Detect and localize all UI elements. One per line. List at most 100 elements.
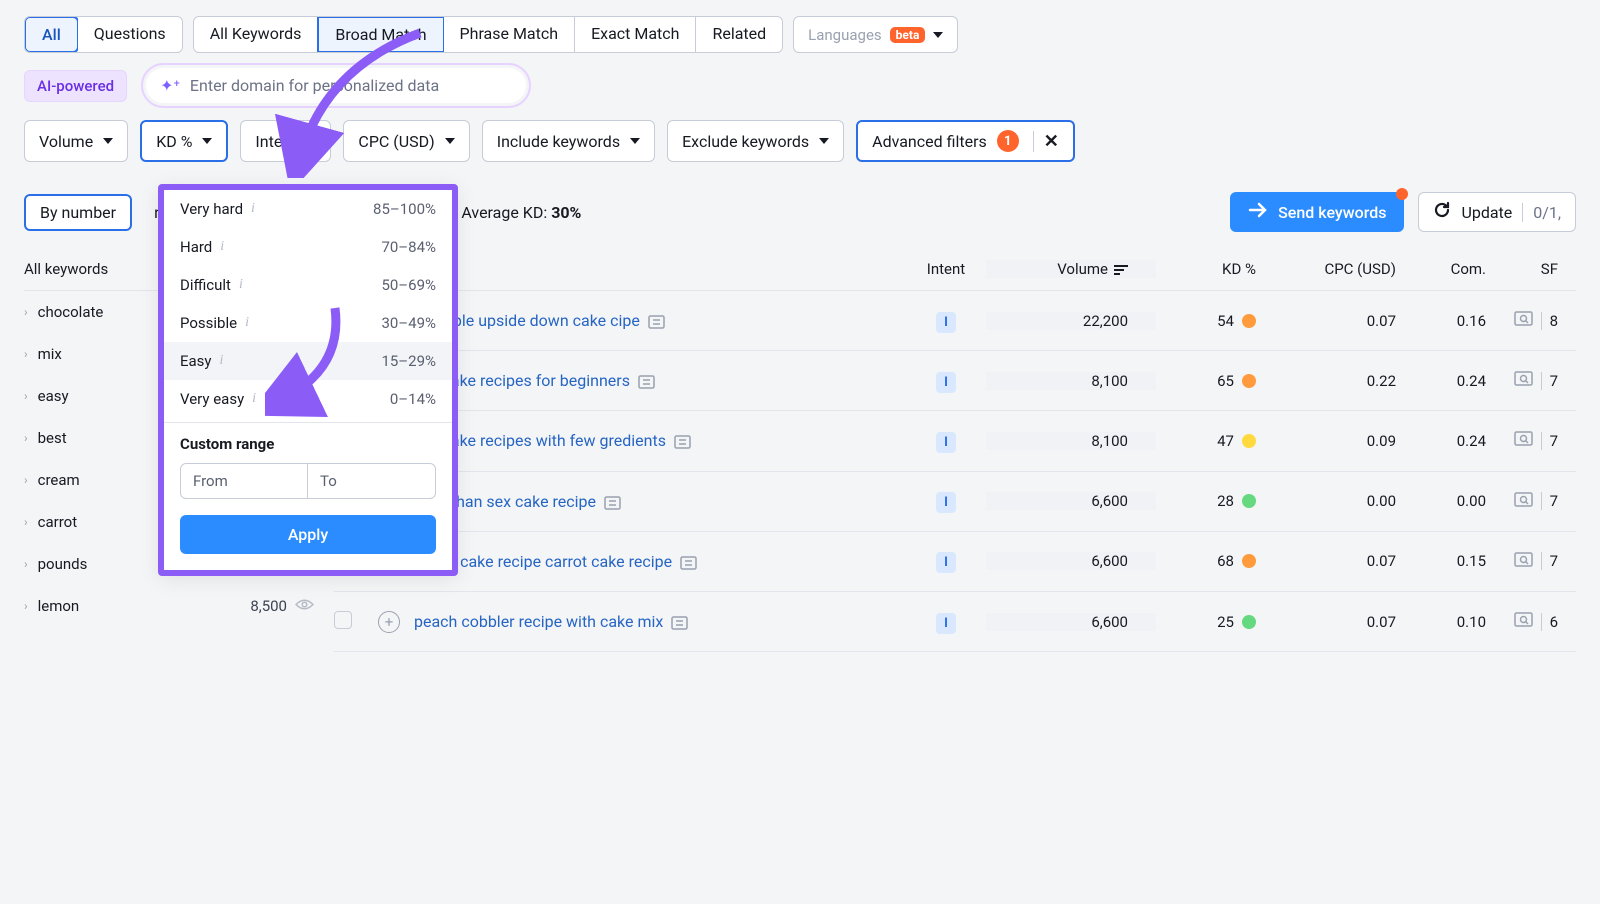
kd-option-range: 85–100%: [373, 200, 436, 218]
info-icon[interactable]: i: [245, 315, 249, 331]
col-keyword[interactable]: ord: [414, 260, 906, 278]
serp-feature-icon: [1514, 431, 1533, 450]
apply-button[interactable]: Apply: [180, 515, 436, 554]
serp-icon: [671, 616, 688, 630]
sf-count: 6: [1541, 613, 1558, 631]
custom-from-input[interactable]: From: [180, 463, 308, 499]
info-icon[interactable]: i: [220, 239, 224, 255]
chevron-right-icon: ›: [24, 389, 28, 403]
serp-feature-icon: [1514, 612, 1533, 631]
intent-badge: I: [936, 372, 956, 393]
tab-related[interactable]: Related: [696, 17, 782, 52]
info-icon[interactable]: i: [239, 277, 243, 293]
kd-option[interactable]: Easyi15–29%: [164, 342, 452, 380]
col-com[interactable]: Com.: [1396, 260, 1486, 278]
chevron-down-icon: [819, 138, 829, 144]
cpc-cell: 0.22: [1256, 372, 1396, 390]
row-checkbox[interactable]: [334, 611, 352, 629]
kd-difficulty-dot: [1242, 494, 1256, 508]
cpc-filter[interactable]: CPC (USD): [343, 120, 469, 162]
serp-feature-icon: [1514, 492, 1533, 511]
group-name: best: [38, 429, 67, 447]
serp-icon: [638, 375, 655, 389]
volume-cell: 22,200: [986, 312, 1156, 330]
col-volume[interactable]: Volume: [986, 260, 1156, 278]
ai-domain-input[interactable]: ✦⁺ Enter domain for personalized data: [146, 68, 526, 103]
kd-cell: 54: [1156, 312, 1256, 330]
col-sf[interactable]: SF: [1486, 260, 1576, 278]
tab-phrase-match[interactable]: Phrase Match: [444, 17, 576, 52]
group-name: mix: [38, 345, 62, 363]
tab-broad-match[interactable]: Broad Match: [317, 16, 444, 53]
kd-option-range: 30–49%: [381, 314, 436, 332]
send-keywords-button[interactable]: Send keywords: [1230, 192, 1404, 232]
sparkle-icon: ✦⁺: [160, 76, 180, 95]
kd-difficulty-dot: [1242, 615, 1256, 629]
intent-badge: I: [936, 432, 956, 453]
kd-option[interactable]: Hardi70–84%: [164, 228, 452, 266]
col-intent[interactable]: Intent: [906, 260, 986, 278]
sf-count: 8: [1541, 312, 1558, 330]
serp-icon: [648, 315, 665, 329]
eye-icon: [295, 597, 314, 615]
kd-option-label: Possible: [180, 314, 237, 332]
add-to-list-icon[interactable]: +: [378, 611, 400, 633]
by-number-button[interactable]: By number: [24, 194, 132, 231]
serp-icon: [680, 556, 697, 570]
tab-exact-match[interactable]: Exact Match: [575, 17, 696, 52]
kd-difficulty-dot: [1242, 374, 1256, 388]
serp-icon: [674, 435, 691, 449]
advanced-filters[interactable]: Advanced filters 1 ✕: [856, 120, 1075, 162]
kd-option[interactable]: Possible i 30–49%: [164, 304, 452, 342]
kd-cell: 47: [1156, 432, 1256, 450]
cpc-cell: 0.07: [1256, 613, 1396, 631]
kd-option-label: Hard: [180, 238, 212, 256]
com-cell: 0.15: [1396, 552, 1486, 570]
tab-questions[interactable]: Questions: [78, 17, 182, 52]
info-icon[interactable]: i: [252, 391, 256, 407]
chevron-right-icon: ›: [24, 557, 28, 571]
group-name: easy: [38, 387, 69, 405]
tab-all-keywords[interactable]: All Keywords: [194, 17, 319, 52]
col-kd[interactable]: KD %: [1156, 260, 1256, 278]
beta-badge: beta: [890, 27, 926, 43]
serp-feature-icon: [1514, 371, 1533, 390]
com-cell: 0.24: [1396, 432, 1486, 450]
ai-section: AI-powered ✦⁺ Enter domain for personali…: [0, 63, 1600, 120]
kd-option[interactable]: Difficulti50–69%: [164, 266, 452, 304]
advanced-count-badge: 1: [997, 130, 1019, 152]
custom-to-input[interactable]: To: [308, 463, 436, 499]
kd-cell: 25: [1156, 613, 1256, 631]
languages-selector[interactable]: Languages beta: [793, 16, 958, 53]
kd-cell: 65: [1156, 372, 1256, 390]
filters-row: Volume KD % Intent CPC (USD) Include key…: [0, 120, 1600, 178]
com-cell: 0.24: [1396, 372, 1486, 390]
volume-filter[interactable]: Volume: [24, 120, 128, 162]
sf-count: 7: [1541, 552, 1558, 570]
stats-right: Send keywords Update 0/1,: [1230, 192, 1576, 232]
kd-option[interactable]: Very hard i 85–100%: [164, 190, 452, 228]
exclude-keywords-filter[interactable]: Exclude keywords: [667, 120, 844, 162]
kd-option[interactable]: Very easyi0–14%: [164, 380, 452, 418]
close-icon[interactable]: ✕: [1033, 131, 1059, 152]
update-button[interactable]: Update 0/1,: [1418, 192, 1576, 232]
kd-filter[interactable]: KD %: [140, 120, 228, 162]
match-group-a: All Questions: [24, 16, 183, 53]
include-keywords-filter[interactable]: Include keywords: [482, 120, 655, 162]
kd-option-label: Very hard: [180, 200, 243, 218]
sf-count: 7: [1541, 432, 1558, 450]
volume-cell: 6,600: [986, 613, 1156, 631]
col-cpc[interactable]: CPC (USD): [1256, 260, 1396, 278]
group-name: chocolate: [38, 303, 104, 321]
group-item[interactable]: ›lemon8,500: [24, 585, 314, 627]
kd-difficulty-dot: [1242, 554, 1256, 568]
tab-all[interactable]: All: [24, 16, 79, 53]
chevron-down-icon: [933, 32, 943, 38]
chevron-down-icon: [630, 138, 640, 144]
info-icon[interactable]: i: [220, 353, 224, 369]
info-icon[interactable]: i: [251, 201, 255, 217]
kd-option-range: 0–14%: [390, 390, 436, 408]
keyword-link[interactable]: peach cobbler recipe with cake mix: [414, 612, 663, 631]
top-toolbar: All Questions All Keywords Broad Match P…: [0, 0, 1600, 63]
intent-filter[interactable]: Intent: [240, 120, 331, 162]
